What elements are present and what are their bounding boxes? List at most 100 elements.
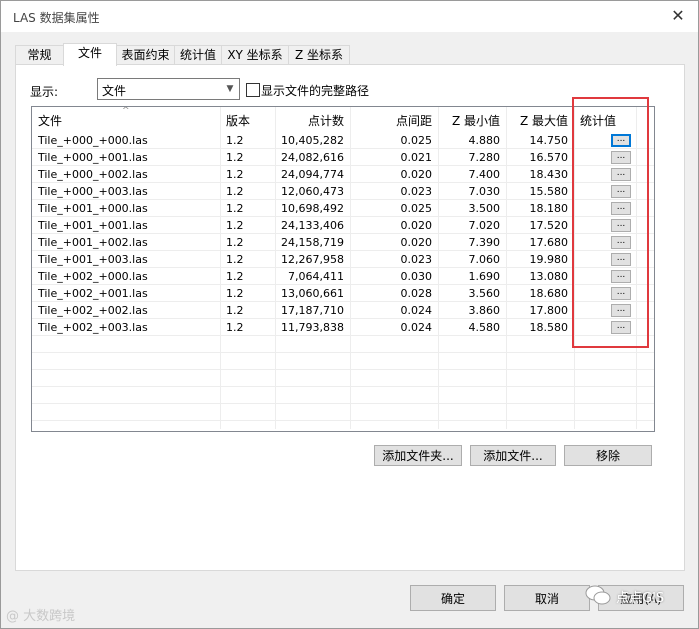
cell-point-count: 10,698,492 [281,202,344,215]
statistics-button[interactable]: ... [611,236,631,249]
cell-point-spacing: 0.020 [400,219,433,232]
cell-version: 1.2 [226,151,244,164]
cell-version: 1.2 [226,202,244,215]
add-file-button[interactable]: 添加文件... [470,445,556,466]
statistics-button[interactable]: ... [611,321,631,334]
column-header-point-spacing[interactable]: 点间距 [350,107,438,135]
cell-z-min: 3.500 [468,202,501,215]
cell-z-max: 19.980 [529,253,569,266]
ok-button[interactable]: 确定 [410,585,496,611]
watermark-source: @ 大数跨境 [6,609,76,624]
cell-point-count: 10,405,282 [281,134,344,147]
cell-version: 1.2 [226,134,244,147]
chevron-down-icon: ▼ [226,84,234,94]
column-header-statistics[interactable]: 统计值 [574,107,636,135]
row-divider [32,369,654,370]
cell-z-min: 4.580 [468,321,501,334]
cell-point-spacing: 0.020 [400,236,433,249]
tab-xy-coordinate-system[interactable]: XY 坐标系 [221,45,289,65]
cell-z-max: 15.580 [529,185,569,198]
title-bar: LAS 数据集属性 ✕ [1,1,698,32]
cell-point-count: 24,082,616 [281,151,344,164]
statistics-button[interactable]: ... [611,253,631,266]
cell-version: 1.2 [226,270,244,283]
statistics-button[interactable]: ... [611,287,631,300]
statistics-button[interactable]: ... [611,219,631,232]
cell-z-min: 7.030 [468,185,501,198]
cell-version: 1.2 [226,219,244,232]
cell-point-count: 11,793,838 [281,321,344,334]
tab-general[interactable]: 常规 [15,45,64,65]
statistics-button[interactable]: ... [611,185,631,198]
cell-point-spacing: 0.021 [400,151,433,164]
cell-file: Tile_+002_+002.las [38,304,148,317]
statistics-button[interactable]: ... [611,134,631,147]
statistics-button[interactable]: ... [611,270,631,283]
statistics-button[interactable]: ... [611,304,631,317]
column-header-z-min[interactable]: Z 最小值 [438,107,506,135]
tab-files[interactable]: 文件 [63,43,117,66]
cell-version: 1.2 [226,287,244,300]
cell-z-max: 17.800 [529,304,569,317]
row-divider [32,352,654,353]
statistics-button[interactable]: ... [611,202,631,215]
column-header-version[interactable]: 版本 [220,107,275,135]
cell-z-min: 3.860 [468,304,501,317]
cell-point-spacing: 0.024 [400,321,433,334]
cell-file: Tile_+002_+001.las [38,287,148,300]
row-divider [32,386,654,387]
cell-z-max: 18.580 [529,321,569,334]
cell-point-spacing: 0.028 [400,287,433,300]
cell-z-min: 7.280 [468,151,501,164]
cell-file: Tile_+000_+000.las [38,134,148,147]
cell-z-min: 7.400 [468,168,501,181]
cell-z-max: 13.080 [529,270,569,283]
column-header-z-max[interactable]: Z 最大值 [506,107,574,135]
cell-file: Tile_+001_+001.las [38,219,148,232]
add-folder-button[interactable]: 添加文件夹... [374,445,462,466]
close-button[interactable]: ✕ [666,5,690,27]
cell-file: Tile_+001_+002.las [38,236,148,249]
row-divider [32,420,654,421]
display-label: 显示: [30,85,59,99]
cell-version: 1.2 [226,185,244,198]
cell-file: Tile_+001_+000.las [38,202,148,215]
row-divider [32,403,654,404]
full-path-checkbox-label[interactable]: 显示文件的完整路径 [261,82,369,99]
column-header-file[interactable]: 文件 [32,107,220,135]
files-tab-panel: 显示: 文件 ▼ 显示文件的完整路径 ^ 文件 版本 点计数 点间距 Z 最小值… [15,64,685,571]
column-divider [574,107,575,429]
file-list-table[interactable]: ^ 文件 版本 点计数 点间距 Z 最小值 Z 最大值 统计值 Tile_+00… [31,106,655,432]
statistics-button[interactable]: ... [611,151,631,164]
display-select[interactable]: 文件 ▼ [97,78,240,100]
cancel-button[interactable]: 取消 [504,585,590,611]
cell-point-count: 12,267,958 [281,253,344,266]
cell-z-min: 4.880 [468,134,501,147]
cell-file: Tile_+002_+003.las [38,321,148,334]
display-select-value: 文件 [102,84,127,98]
cell-point-count: 24,133,406 [281,219,344,232]
cell-file: Tile_+001_+003.las [38,253,148,266]
column-header-point-count[interactable]: 点计数 [275,107,350,135]
cell-point-spacing: 0.030 [400,270,433,283]
tab-z-coordinate-system[interactable]: Z 坐标系 [288,45,350,65]
cell-point-count: 24,094,774 [281,168,344,181]
dialog-window: LAS 数据集属性 ✕ 常规 文件 表面约束 统计值 XY 坐标系 Z 坐标系 … [0,0,699,629]
column-divider [636,107,637,429]
full-path-checkbox[interactable] [246,83,260,97]
cell-file: Tile_+002_+000.las [38,270,148,283]
statistics-button[interactable]: ... [611,168,631,181]
tab-surface-constraints[interactable]: 表面约束 [116,45,175,65]
cell-point-count: 7,064,411 [288,270,344,283]
cell-z-max: 18.180 [529,202,569,215]
watermark-brand: 点点GIS [616,591,665,606]
cell-z-min: 3.560 [468,287,501,300]
cell-version: 1.2 [226,304,244,317]
cell-point-count: 17,187,710 [281,304,344,317]
remove-button[interactable]: 移除 [564,445,652,466]
cell-version: 1.2 [226,236,244,249]
cell-point-spacing: 0.025 [400,134,433,147]
chat-bubble-icon [585,585,611,605]
cell-z-max: 18.430 [529,168,569,181]
tab-statistics[interactable]: 统计值 [174,45,222,65]
